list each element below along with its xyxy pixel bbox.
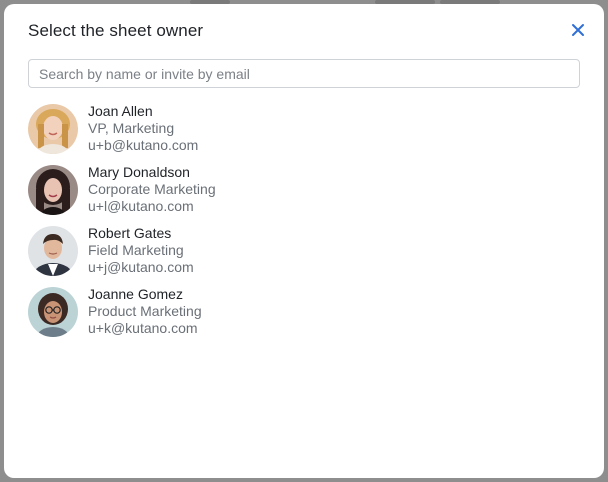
user-email: u+l@kutano.com — [88, 198, 194, 214]
user-list-item-joanne-gomez[interactable]: Joanne Gomez Product Marketing u+k@kutan… — [28, 286, 580, 347]
user-email: u+b@kutano.com — [88, 137, 199, 153]
avatar — [28, 287, 78, 337]
user-list-item-mary-donaldson[interactable]: Mary Donaldson Corporate Marketing u+l@k… — [28, 164, 580, 225]
user-title: Corporate Marketing — [88, 181, 216, 197]
user-list-item-joan-allen[interactable]: Joan Allen VP, Marketing u+b@kutano.com — [28, 103, 580, 164]
dialog-title: Select the sheet owner — [28, 21, 204, 40]
user-name: Mary Donaldson — [88, 164, 190, 180]
user-email: u+j@kutano.com — [88, 259, 194, 275]
user-name: Robert Gates — [88, 225, 172, 241]
user-title: Product Marketing — [88, 303, 202, 319]
user-title: VP, Marketing — [88, 120, 175, 136]
user-name: Joan Allen — [88, 103, 153, 119]
select-owner-dialog: Select the sheet owner Joan Allen — [4, 4, 604, 478]
search-input[interactable] — [28, 59, 580, 88]
user-email: u+k@kutano.com — [88, 320, 198, 336]
avatar — [28, 165, 78, 215]
user-title: Field Marketing — [88, 242, 184, 258]
avatar — [28, 104, 78, 154]
user-list-item-robert-gates[interactable]: Robert Gates Field Marketing u+j@kutano.… — [28, 225, 580, 286]
close-button[interactable] — [568, 20, 588, 40]
user-list: Joan Allen VP, Marketing u+b@kutano.com — [28, 103, 580, 347]
close-icon — [572, 24, 584, 36]
avatar — [28, 226, 78, 276]
user-name: Joanne Gomez — [88, 286, 183, 302]
